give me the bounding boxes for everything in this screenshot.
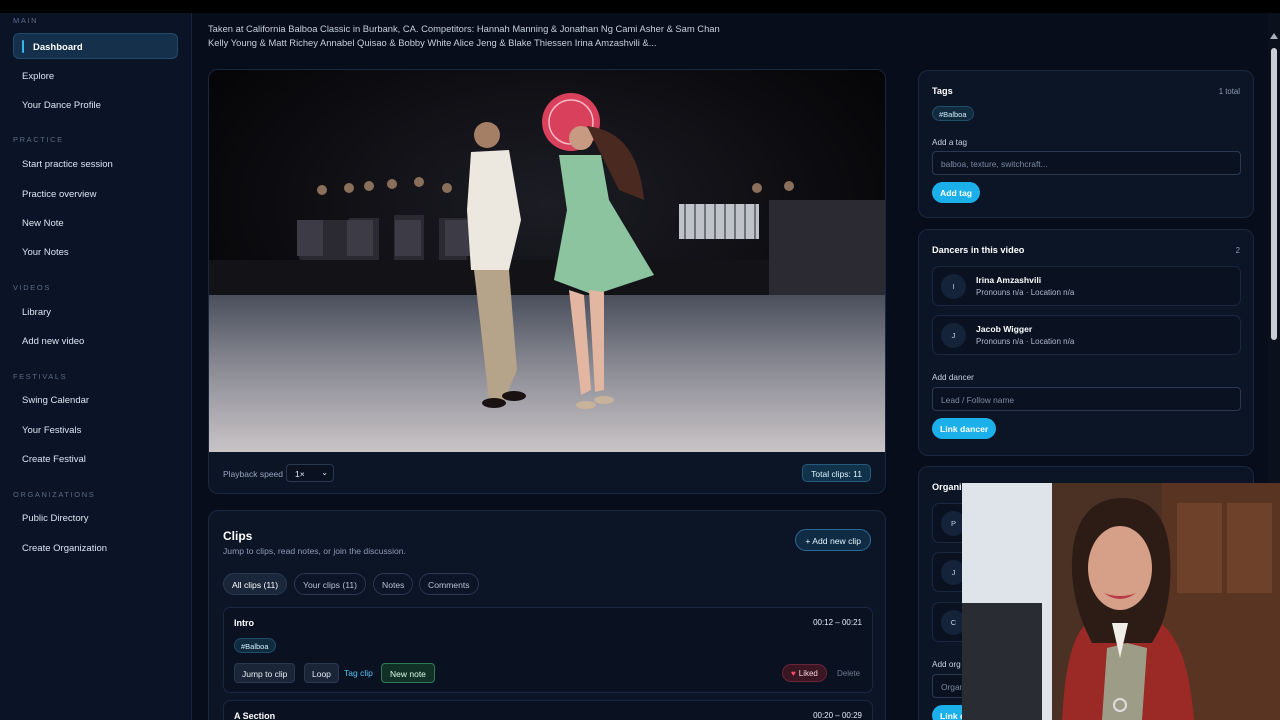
- dancer-meta: Pronouns n/a · Location n/a: [976, 288, 1075, 297]
- sidebar-item-public-directory[interactable]: Public Directory: [22, 513, 89, 524]
- add-dancer-label: Add dancer: [932, 373, 974, 382]
- tab-your-clips[interactable]: Your clips (11): [294, 573, 366, 595]
- dancer-input[interactable]: Lead / Follow name: [932, 387, 1241, 411]
- sidebar-item-library[interactable]: Library: [22, 307, 51, 318]
- description-line-2: Kelly Young & Matt Richey Annabel Quisao…: [208, 36, 657, 48]
- dancers-panel: Dancers in this video 2 I Irina Amzashvi…: [918, 229, 1254, 456]
- avatar: I: [941, 274, 966, 299]
- tag-clip-link[interactable]: Tag clip: [344, 668, 373, 678]
- playback-speed-label: Playback speed: [223, 469, 284, 479]
- clip-item: A Section 00:20 – 00:29: [223, 700, 873, 720]
- tags-title: Tags: [932, 86, 953, 96]
- clip-time-range: 00:20 – 00:29: [813, 711, 862, 720]
- webcam-image: [962, 483, 1280, 720]
- section-videos-label: VIDEOS: [13, 283, 51, 292]
- sidebar-item-your-notes[interactable]: Your Notes: [22, 247, 69, 258]
- liked-button[interactable]: ♥ Liked: [782, 664, 827, 682]
- section-practice-label: PRACTICE: [13, 135, 64, 144]
- organizations-title: Organi: [932, 482, 962, 492]
- video-description: Taken at California Balboa Classic in Bu…: [208, 22, 768, 49]
- sidebar-item-add-video[interactable]: Add new video: [22, 336, 84, 347]
- video-player[interactable]: [209, 70, 885, 452]
- dancer-name: Jacob Wigger: [976, 324, 1033, 334]
- section-festivals-label: FESTIVALS: [13, 372, 68, 381]
- avatar: J: [941, 323, 966, 348]
- sidebar-item-swing-calendar[interactable]: Swing Calendar: [22, 395, 89, 406]
- clip-name: A Section: [234, 711, 276, 720]
- tab-notes[interactable]: Notes: [373, 573, 414, 595]
- tags-panel: Tags 1 total #Balboa Add a tag balboa, t…: [918, 70, 1254, 218]
- clips-subtitle: Jump to clips, read notes, or join the d…: [223, 546, 406, 556]
- top-bar: [0, 0, 1280, 13]
- loop-button[interactable]: Loop: [304, 663, 339, 683]
- sidebar: MAIN Dashboard Explore Your Dance Profil…: [0, 13, 192, 720]
- add-tag-label: Add a tag: [932, 138, 968, 147]
- playback-speed-value: 1×: [295, 469, 305, 479]
- heart-icon: ♥: [791, 669, 796, 678]
- dancer-item[interactable]: J Jacob Wigger Pronouns n/a · Location n…: [932, 315, 1241, 355]
- webcam-overlay: [962, 483, 1280, 720]
- link-dancer-button[interactable]: Link dancer: [932, 418, 997, 439]
- tab-comments[interactable]: Comments: [419, 573, 479, 595]
- dancers-count: 2: [1235, 246, 1240, 255]
- clips-title: Clips: [223, 529, 253, 543]
- section-main-label: MAIN: [13, 16, 39, 25]
- clips-card: Clips Jump to clips, read notes, or join…: [208, 510, 886, 720]
- clip-tag[interactable]: #Balboa: [234, 638, 276, 653]
- jump-to-clip-button[interactable]: Jump to clip: [234, 663, 296, 683]
- total-clips-badge: Total clips: 11: [802, 464, 871, 482]
- new-note-button[interactable]: New note: [381, 663, 435, 683]
- tag-pill[interactable]: #Balboa: [932, 106, 974, 121]
- tag-input[interactable]: balboa, texture, switchcraft...: [932, 151, 1241, 175]
- chevron-down-icon: ⌄: [321, 468, 328, 477]
- sidebar-item-your-festivals[interactable]: Your Festivals: [22, 425, 81, 436]
- clip-item: Intro 00:12 – 00:21 #Balboa Jump to clip…: [223, 607, 873, 693]
- clip-time-range: 00:12 – 00:21: [813, 618, 862, 627]
- add-tag-button[interactable]: Add tag: [932, 182, 980, 203]
- sidebar-item-new-note[interactable]: New Note: [22, 218, 64, 229]
- dancers-title: Dancers in this video: [932, 245, 1025, 255]
- add-organization-label: Add org: [932, 660, 961, 669]
- sidebar-item-dashboard[interactable]: Dashboard: [13, 33, 178, 59]
- tags-count: 1 total: [1218, 87, 1240, 96]
- dancer-name: Irina Amzashvili: [976, 275, 1042, 285]
- section-organizations-label: ORGANIZATIONS: [13, 490, 96, 499]
- clip-name: Intro: [234, 618, 254, 628]
- add-new-clip-button[interactable]: + Add new clip: [795, 529, 871, 551]
- sidebar-item-create-organization[interactable]: Create Organization: [22, 543, 107, 554]
- sidebar-item-create-festival[interactable]: Create Festival: [22, 454, 86, 465]
- scrollbar-thumb[interactable]: [1271, 48, 1277, 340]
- scroll-up-icon[interactable]: [1270, 33, 1278, 39]
- playback-speed-select[interactable]: 1× ⌄: [286, 464, 334, 482]
- delete-button[interactable]: Delete: [837, 669, 860, 678]
- dancer-item[interactable]: I Irina Amzashvili Pronouns n/a · Locati…: [932, 266, 1241, 306]
- sidebar-item-profile[interactable]: Your Dance Profile: [22, 100, 101, 111]
- liked-label: Liked: [798, 669, 818, 678]
- tab-all-clips[interactable]: All clips (11): [223, 573, 288, 595]
- sidebar-item-practice-overview[interactable]: Practice overview: [22, 189, 96, 200]
- sidebar-item-explore[interactable]: Explore: [22, 71, 54, 82]
- video-card: Playback speed 1× ⌄ Total clips: 11: [208, 69, 886, 494]
- video-frame-illustration: [209, 70, 885, 452]
- dancer-meta: Pronouns n/a · Location n/a: [976, 337, 1075, 346]
- description-line-1: Taken at California Balboa Classic in Bu…: [208, 23, 720, 34]
- sidebar-item-start-practice[interactable]: Start practice session: [22, 159, 113, 170]
